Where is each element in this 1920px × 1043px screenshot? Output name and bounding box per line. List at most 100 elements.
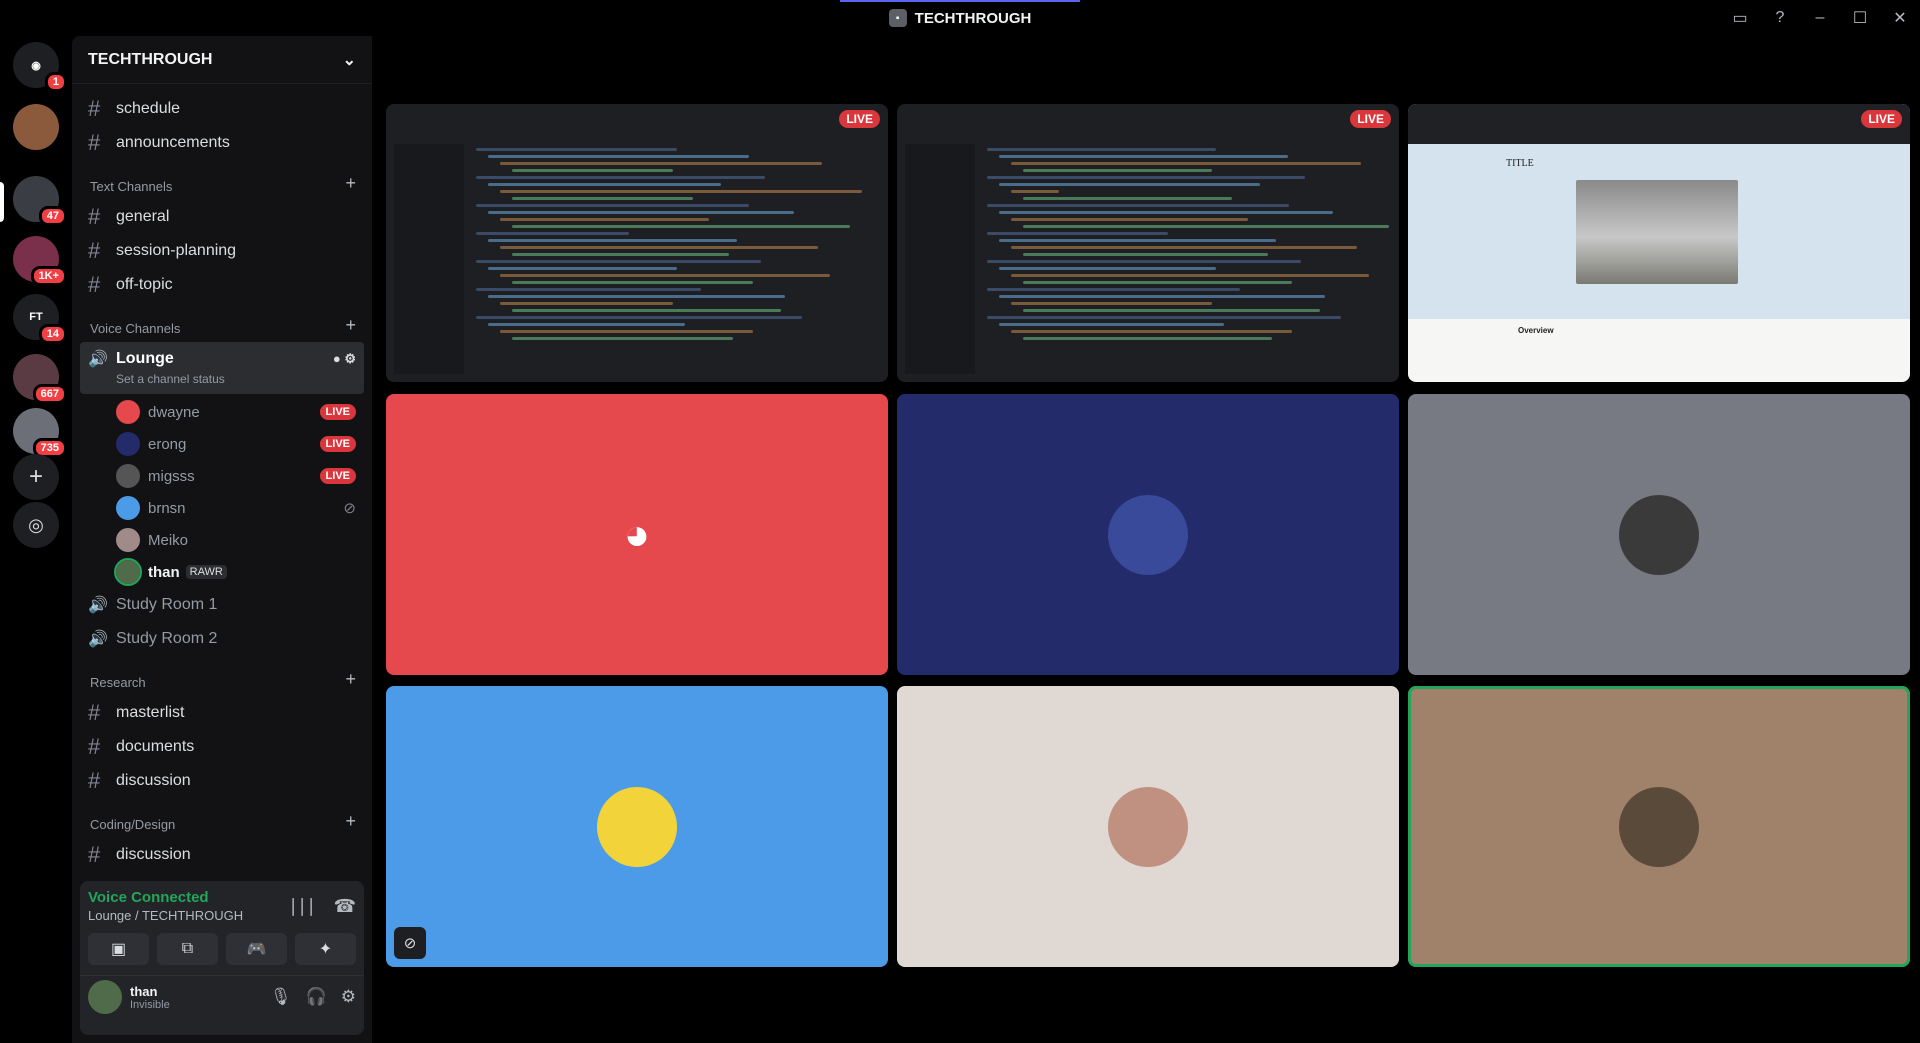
channel-documents[interactable]: # documents [80, 730, 364, 764]
participant-tile-than[interactable] [1408, 686, 1910, 967]
maximize-button[interactable]: ☐ [1840, 0, 1880, 36]
add-channel-icon[interactable]: + [345, 669, 356, 690]
voice-user-dwayne[interactable]: dwayne LIVE [80, 396, 364, 428]
add-channel-icon[interactable]: + [345, 811, 356, 832]
soundboard-button[interactable]: ✦ [295, 933, 356, 965]
hash-icon: # [88, 768, 101, 793]
voice-connected-status[interactable]: Voice Connected [88, 889, 243, 906]
code-line [488, 323, 685, 326]
live-badge: LIVE [1861, 110, 1902, 128]
add-channel-icon[interactable]: + [345, 173, 356, 194]
code-line [1023, 225, 1389, 228]
server-avatar-d[interactable]: FT 14 [13, 294, 67, 344]
code-line [987, 288, 1241, 291]
code-line [476, 260, 762, 263]
server-avatar-a[interactable] [13, 104, 59, 150]
category-coding-design[interactable]: Coding/Design + [80, 798, 364, 838]
code-line [999, 183, 1261, 186]
disconnect-icon[interactable]: ☎ [334, 896, 356, 917]
voice-user-meiko[interactable]: Meiko [80, 524, 364, 556]
channel-label: general [116, 208, 170, 225]
participant-tile-migsss[interactable] [1408, 394, 1910, 675]
server-avatar-b[interactable]: 47 [13, 176, 67, 226]
discover-icon[interactable]: ◎ [13, 502, 59, 548]
add-server-icon[interactable]: + [13, 454, 59, 500]
live-badge: LIVE [319, 468, 356, 484]
avatar[interactable] [88, 980, 122, 1014]
channel-announcements[interactable]: # announcements [80, 126, 364, 160]
screen-share-button[interactable]: ⧉ [157, 933, 218, 965]
server-header[interactable]: TECHTHROUGH ⌄ [72, 36, 372, 84]
code-line [512, 225, 850, 228]
participant-tile-brnsn[interactable]: ⊘ [386, 686, 888, 967]
user-name: than [130, 983, 158, 999]
microphone-icon[interactable]: 🎙 [270, 987, 292, 1007]
add-channel-icon[interactable]: + [345, 315, 356, 336]
chat-icon[interactable]: ● ⚙ [333, 351, 356, 367]
channel-coding-discussion[interactable]: # discussion [80, 838, 364, 872]
voice-channel-lounge[interactable]: 🔊 Lounge ● ⚙ Set a channel status [80, 342, 364, 394]
channel-general[interactable]: # general [80, 200, 364, 234]
voice-channel-study-room-1[interactable]: 🔊 Study Room 1 [80, 588, 364, 622]
camera-off-button[interactable]: ▣ [88, 933, 149, 965]
user-name: dwayne [148, 403, 200, 421]
code-line [500, 330, 754, 333]
discord-home-icon[interactable]: ◉ 1 [13, 42, 67, 92]
server-avatar-e[interactable]: 667 [13, 354, 67, 404]
channel-label: announcements [116, 134, 230, 151]
code-line [500, 274, 830, 277]
code-line [488, 183, 722, 186]
category-label: Voice Channels [90, 321, 181, 336]
voice-location[interactable]: Lounge / TECHTHROUGH [88, 908, 243, 923]
help-icon[interactable]: ? [1760, 0, 1800, 36]
code-line [1011, 330, 1293, 333]
channel-session-planning[interactable]: # session-planning [80, 234, 364, 268]
category-research[interactable]: Research + [80, 656, 364, 696]
channel-masterlist[interactable]: # masterlist [80, 696, 364, 730]
noise-suppression-icon[interactable]: ∣∣∣ [289, 896, 316, 917]
avatar [114, 558, 142, 586]
avatar [1108, 494, 1188, 575]
category-text-channels[interactable]: Text Channels + [80, 160, 364, 200]
code-line [999, 267, 1217, 270]
voice-user-than[interactable]: than RAWR [80, 556, 364, 588]
channel-label: off-topic [116, 276, 173, 293]
participant-tile-dwayne[interactable]: ◕ [386, 394, 888, 675]
headphones-icon[interactable]: 🎧 [306, 987, 327, 1007]
channel-off-topic[interactable]: # off-topic [80, 268, 364, 302]
stream-tile-code-editor[interactable]: LIVE [386, 104, 888, 382]
minimize-button[interactable]: – [1800, 0, 1840, 36]
channel-schedule[interactable]: # schedule [80, 92, 364, 126]
channel-label: masterlist [116, 704, 185, 721]
voice-user-brnsn[interactable]: brnsn ⊘ [80, 492, 364, 524]
code-line [500, 190, 862, 193]
participant-tile-erong[interactable] [897, 394, 1399, 675]
gear-icon[interactable]: ⚙ [341, 987, 356, 1007]
close-button[interactable]: ✕ [1880, 0, 1920, 36]
title-bar: ▪ TECHTHROUGH ▭ ? – ☐ ✕ [0, 0, 1920, 36]
window-title: ▪ TECHTHROUGH [0, 0, 1920, 36]
speaker-icon: 🔊 [88, 597, 108, 614]
code-line [476, 232, 629, 235]
dm-badge: 1 [44, 72, 67, 92]
server-avatar-c[interactable]: 1K+ [13, 236, 67, 286]
activity-button[interactable]: 🎮 [226, 933, 287, 965]
inbox-icon[interactable]: ▭ [1720, 0, 1760, 36]
stream-tile-website[interactable]: TITLE Overview LIVE [1408, 104, 1910, 382]
category-voice-channels[interactable]: Voice Channels + [80, 302, 364, 342]
channel-status[interactable]: Set a channel status [88, 372, 356, 390]
channel-discussion[interactable]: # discussion [80, 764, 364, 798]
server-avatar-f[interactable]: 735 [13, 408, 67, 458]
voice-channel-study-room-2[interactable]: 🔊 Study Room 2 [80, 622, 364, 656]
voice-user-erong[interactable]: erong LIVE [80, 428, 364, 460]
voice-user-migsss[interactable]: migsss LIVE [80, 460, 364, 492]
code-line [1011, 162, 1361, 165]
channel-list: # schedule # announcements Text Channels + … [72, 84, 372, 881]
channel-label: documents [116, 738, 195, 755]
code-line [488, 295, 786, 298]
code-line [488, 211, 794, 214]
stream-tile-code-editor-2[interactable]: LIVE [897, 104, 1399, 382]
mic-muted-icon: ⊘ [343, 500, 356, 517]
participant-tile-meiko[interactable] [897, 686, 1399, 967]
discord-logo-icon: ◕ [623, 509, 651, 559]
